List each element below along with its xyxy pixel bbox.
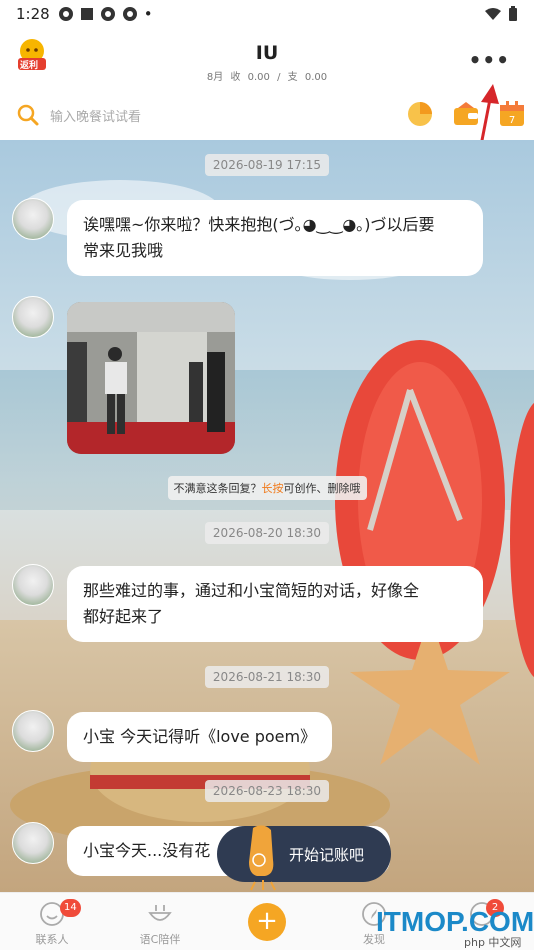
bowl-icon <box>148 905 172 921</box>
add-button[interactable]: + <box>248 903 286 941</box>
avatar[interactable] <box>12 564 54 606</box>
nav-contacts-label: 联系人 <box>35 933 69 946</box>
notification-icon <box>122 7 137 21</box>
search-icon <box>17 104 39 126</box>
message-image[interactable] <box>67 302 235 454</box>
avatar[interactable] <box>12 296 54 338</box>
chat-area[interactable]: 2026-08-19 17:15 诶嘿嘿~你来啦？快来抱抱(づ｡◕‿‿◕｡)づ以… <box>0 140 534 892</box>
message-text: 常来见我哦 <box>83 241 164 260</box>
message-bubble[interactable]: 那些难过的事，通过和小宝简短的对话，好像全 都好起来了 <box>67 566 483 642</box>
watermark-php: php 中文网 <box>464 936 522 949</box>
notification-icon <box>58 7 73 21</box>
timestamp: 2026-08-20 18:30 <box>0 522 534 544</box>
avatar[interactable] <box>12 710 54 752</box>
summary-expense-value: 0.00 <box>304 72 328 83</box>
status-notification-icons: • <box>58 6 153 22</box>
long-press-link[interactable]: 长按 <box>262 482 284 495</box>
status-dot: • <box>143 4 153 23</box>
search-input[interactable]: 输入晚餐试试看 <box>50 106 141 125</box>
summary-income-value: 0.00 <box>247 72 270 83</box>
timestamp: 2026-08-23 18:30 <box>0 780 534 802</box>
status-bar: 1:28 • <box>0 0 534 28</box>
message-text: 小宝 今天记得听《love poem》 <box>83 727 317 746</box>
nav-companion[interactable]: 语C陪伴 <box>120 893 200 950</box>
more-options-button[interactable]: ••• <box>469 48 510 72</box>
summary-separator: / <box>277 72 281 83</box>
nav-companion-label: 语C陪伴 <box>139 933 181 946</box>
calendar-icon[interactable]: 7 <box>498 100 526 128</box>
timestamp: 2026-08-19 17:15 <box>0 154 534 176</box>
wifi-icon <box>485 8 501 20</box>
notification-icon <box>100 7 115 21</box>
message-text: 小宝今天...没有花 <box>83 841 211 860</box>
battery-icon <box>509 6 517 21</box>
wallet-icon[interactable] <box>452 100 480 128</box>
timestamp: 2026-08-21 18:30 <box>0 666 534 688</box>
start-bookkeeping-button[interactable]: 开始记账吧 <box>217 825 391 891</box>
start-button-label: 开始记账吧 <box>289 846 365 864</box>
pointing-hand-icon <box>249 825 276 891</box>
avatar[interactable] <box>12 822 54 864</box>
chart-pie-icon[interactable] <box>406 100 434 128</box>
message-text: 诶嘿嘿~你来啦？快来抱抱(づ｡◕‿‿◕｡)づ以后要 <box>83 215 435 234</box>
nav-contacts[interactable]: 14 联系人 <box>12 893 92 950</box>
reply-tip: 不满意这条回复？长按可创作、删除哦 <box>0 476 534 500</box>
svg-text:7: 7 <box>509 115 515 126</box>
stop-icon <box>80 8 93 20</box>
status-time: 1:28 <box>16 5 50 23</box>
message-text: 都好起来了 <box>83 607 164 626</box>
header: 返利 IU 8月 收 0.00 / 支 0.00 ••• <box>0 30 534 88</box>
search-bar[interactable]: 输入晚餐试试看 7 <box>0 92 534 138</box>
contacts-badge: 14 <box>60 899 81 917</box>
summary-income-label: 收 <box>230 72 241 83</box>
photo <box>67 302 235 454</box>
summary-month: 8月 <box>206 72 224 83</box>
message-bubble[interactable]: 诶嘿嘿~你来啦？快来抱抱(づ｡◕‿‿◕｡)づ以后要 常来见我哦 <box>67 200 483 276</box>
page-title: IU <box>255 42 279 64</box>
monthly-summary: 8月 收 0.00 / 支 0.00 <box>0 68 534 83</box>
message-text: 那些难过的事，通过和小宝简短的对话，好像全 <box>83 581 420 600</box>
summary-expense-label: 支 <box>287 72 298 83</box>
avatar[interactable] <box>12 198 54 240</box>
message-bubble[interactable]: 小宝 今天记得听《love poem》 <box>67 712 333 762</box>
